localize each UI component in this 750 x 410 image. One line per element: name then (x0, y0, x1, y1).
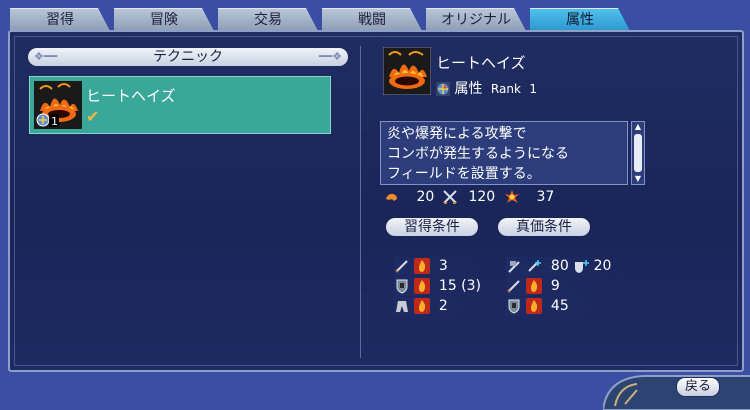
sword-icon (507, 280, 520, 293)
rank-value: 1 (529, 82, 537, 96)
heat-haze-skill-icon: 1 (34, 81, 82, 133)
stat-arm-value: 20 (416, 189, 435, 205)
true-value-defense: 20 (593, 258, 612, 274)
scroll-down-icon[interactable]: ▼ (632, 174, 644, 184)
technique-list-item[interactable]: 1 ヒートヘイズ ✔ (29, 76, 331, 134)
explosion-icon (505, 190, 519, 203)
flag-icon (508, 261, 520, 273)
fire-icon (526, 298, 543, 314)
tab-adventure[interactable]: 冒険 (114, 8, 214, 31)
header-ornament-left: ❖━━ (34, 50, 58, 63)
attribute-rank-line: 属性 Rank 1 (436, 78, 537, 98)
stat-explosion-value: 37 (536, 189, 555, 205)
true-value-condition-row: 45 (506, 297, 628, 316)
learned-check-icon: ✔ (86, 107, 100, 126)
shield-icon (396, 279, 408, 294)
skill-level: 1 (51, 115, 58, 128)
header-ornament-right: ━━❖ (318, 50, 342, 63)
learn-condition-row: 2 (394, 297, 494, 316)
panel-divider (360, 46, 361, 358)
technique-name: ヒートヘイズ (86, 87, 176, 105)
tab-original[interactable]: オリジナル (426, 8, 526, 31)
true-value-conditions-label: 真価条件 (498, 218, 590, 236)
true-value-condition-row: 80 20 (506, 257, 628, 276)
learn-condition-row: 3 (394, 257, 494, 276)
tab-attribute[interactable]: 属性 (530, 8, 630, 31)
scroll-thumb[interactable] (634, 134, 642, 172)
scroll-up-icon[interactable]: ▲ (632, 122, 644, 132)
armor-icon (396, 301, 408, 312)
stat-swords-value: 120 (468, 189, 496, 205)
crossed-swords-icon (443, 190, 457, 204)
arm-icon (386, 193, 397, 201)
fire-icon (414, 258, 431, 274)
fire-icon (414, 298, 431, 314)
tab-bar: 習得 冒険 交易 戦闘 オリジナル 属性 (10, 8, 750, 31)
back-button[interactable]: 戻る (676, 377, 720, 397)
learn-condition-value: 3 (438, 258, 448, 274)
stat-arm: 20 (384, 189, 434, 205)
description-line-2: コンボが発生するようになる (387, 146, 569, 162)
tab-battle[interactable]: 戦闘 (322, 8, 422, 31)
learn-condition-row: 15 (3) (394, 277, 494, 296)
description-line-3: フィールドを設置する。 (387, 166, 541, 182)
description-line-1: 炎や爆発による攻撃で (387, 126, 527, 142)
true-value-condition-value: 45 (550, 298, 569, 314)
learn-condition-value: 15 (3) (438, 278, 482, 294)
technique-list-header: ❖━━ テクニック ━━❖ (28, 48, 348, 66)
selected-skill-icon (382, 46, 432, 99)
stat-swords: 120 (442, 189, 495, 205)
fire-icon (414, 278, 431, 294)
shield-up-icon (575, 260, 590, 273)
true-value-condition-value: 9 (550, 278, 560, 294)
attribute-orb-icon (436, 82, 450, 96)
rank-label: Rank (490, 82, 521, 96)
tab-trade[interactable]: 交易 (218, 8, 318, 31)
fire-icon (526, 278, 543, 294)
true-value-condition-row: 9 (506, 277, 628, 296)
sword-icon (395, 260, 408, 273)
technique-list-title: テクニック (153, 49, 223, 65)
sword-up-icon (528, 260, 542, 272)
skill-description: 炎や爆発による攻撃で コンボが発生するようになる フィールドを設置する。 (380, 121, 628, 185)
selected-skill-name: ヒートヘイズ (436, 54, 526, 72)
stat-explosion: 37 (504, 189, 554, 205)
description-scrollbar[interactable]: ▲ ▼ (631, 121, 645, 185)
shield-icon (508, 299, 520, 314)
learn-condition-value: 2 (438, 298, 448, 314)
attribute-label: 属性 (454, 81, 483, 97)
true-value-attack: 80 (550, 258, 569, 274)
tab-learning[interactable]: 習得 (10, 8, 110, 31)
learn-conditions-label: 習得条件 (386, 218, 478, 236)
